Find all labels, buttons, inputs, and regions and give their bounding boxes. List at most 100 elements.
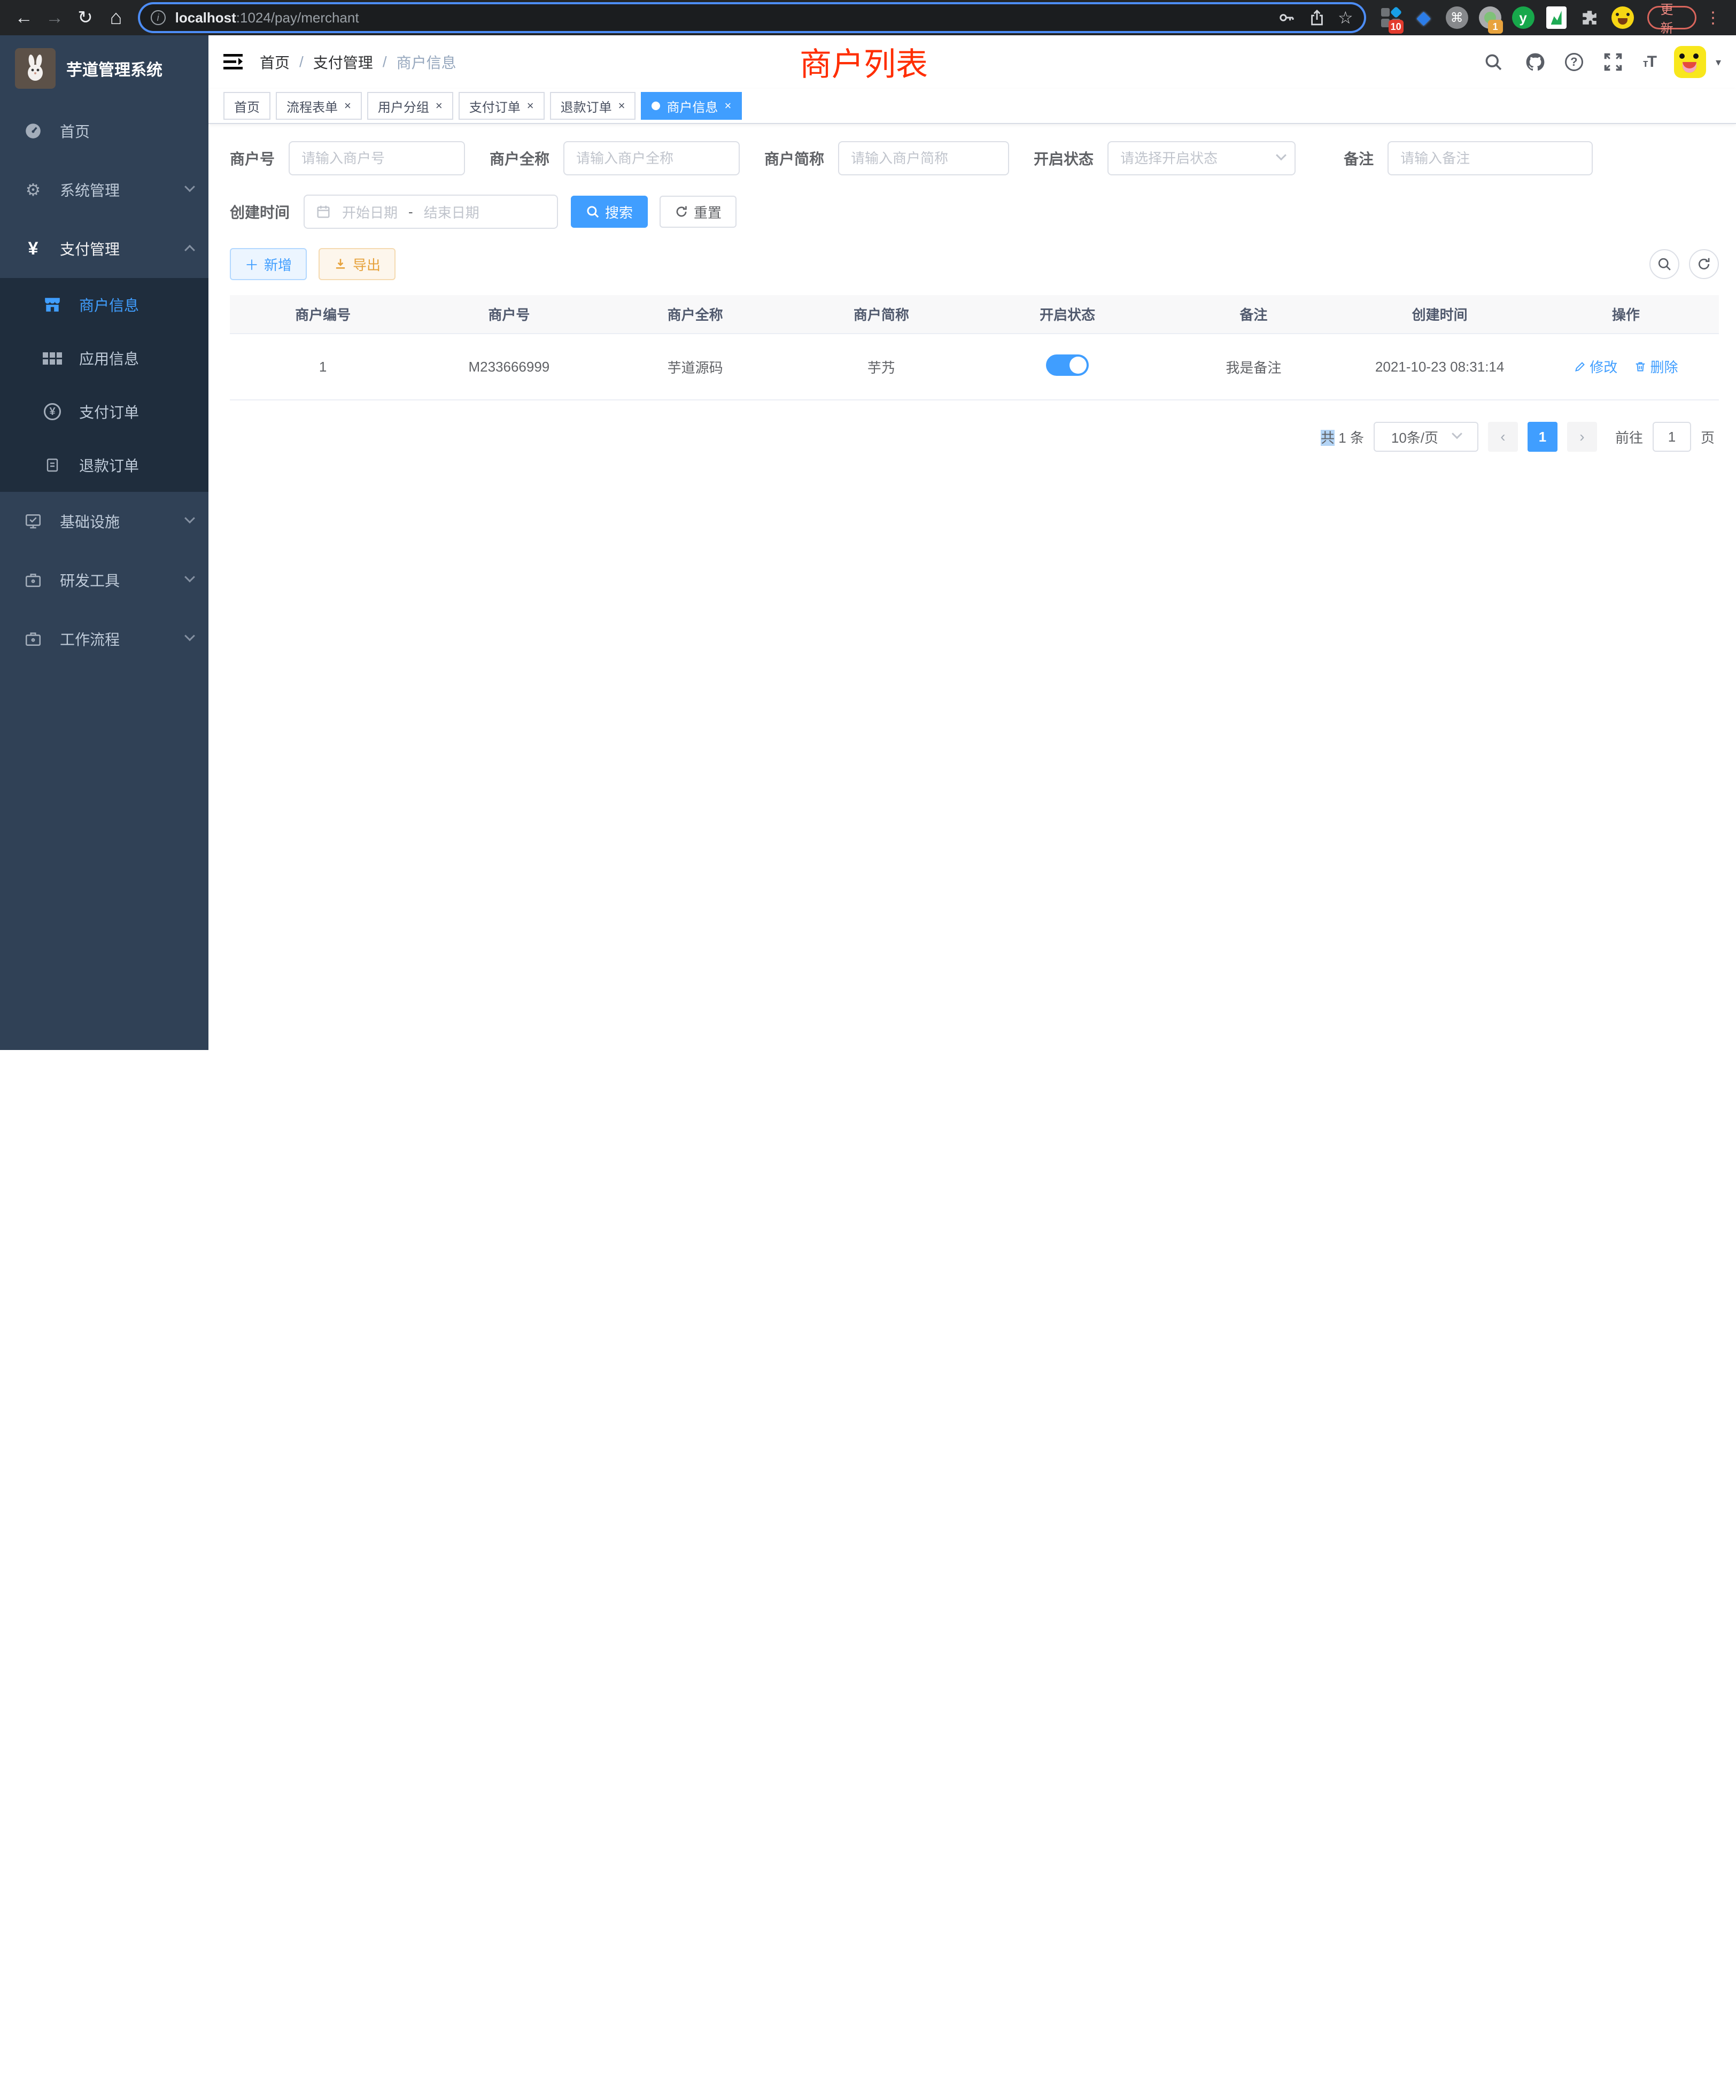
profile-avatar-icon[interactable] [1611,6,1634,29]
close-icon[interactable]: × [527,99,534,113]
close-icon[interactable]: × [724,99,731,113]
column-header: 备注 [1160,295,1346,334]
extension-gem-icon[interactable]: ◆ [1412,6,1436,29]
url-text[interactable]: localhost:1024/pay/merchant [175,10,1278,26]
sidebar-item-label: 退款订单 [79,454,193,476]
sidebar-item-devtools[interactable]: 研发工具 [0,551,208,609]
reset-button[interactable]: 重置 [660,196,737,228]
sidebar-item-infra[interactable]: 基础设施 [0,492,208,551]
help-icon[interactable]: ? [1565,53,1583,71]
filter-label-short-name: 商户简称 [764,148,824,169]
merchant-no-input[interactable] [289,141,465,175]
extension-badge: 1 [1488,20,1503,34]
remark-input[interactable] [1388,141,1593,175]
sidebar-item-label: 首页 [60,120,193,142]
font-size-icon[interactable]: тT [1643,53,1656,71]
page-number-button[interactable]: 1 [1528,422,1557,452]
trash-icon [1634,360,1647,373]
extension-apps-icon[interactable]: 10 [1379,6,1402,29]
cell-short-name: 芋艿 [788,334,974,400]
browser-back-icon[interactable]: ← [11,3,37,33]
sidebar-collapse-icon[interactable] [223,54,243,70]
breadcrumb-pay[interactable]: 支付管理 [313,51,373,73]
tab-process-form[interactable]: 流程表单× [276,92,362,120]
short-name-input[interactable] [838,141,1009,175]
chevron-down-icon [184,513,195,523]
app-title: 芋道管理系统 [66,57,162,80]
tab-home[interactable]: 首页 [223,92,270,120]
browser-update-button[interactable]: 更新 [1647,6,1696,29]
sidebar-item-refund-order[interactable]: 退款订单 [0,438,208,492]
sidebar-item-app-info[interactable]: 应用信息 [0,331,208,385]
sidebar-item-merchant-info[interactable]: 商户信息 [0,278,208,331]
column-header: 商户编号 [230,295,416,334]
sidebar-item-label: 支付订单 [79,401,193,422]
chevron-up-icon [184,245,195,256]
column-header: 开启状态 [974,295,1160,334]
edit-button[interactable]: 修改 [1574,357,1617,376]
header-search-icon[interactable] [1482,50,1505,74]
prev-page-button[interactable]: ‹ [1488,422,1518,452]
extension-recorder-icon[interactable]: 1 [1478,6,1502,29]
address-bar[interactable]: i localhost:1024/pay/merchant ☆ [140,4,1364,31]
goto-page-input[interactable] [1653,422,1691,452]
sidebar-item-pay[interactable]: ¥ 支付管理 [0,219,208,278]
breadcrumb-home[interactable]: 首页 [260,51,290,73]
close-icon[interactable]: × [436,99,443,113]
sidebar-item-pay-order[interactable]: ¥ 支付订单 [0,385,208,438]
document-icon [43,457,62,474]
status-toggle[interactable] [1046,354,1089,376]
extensions-puzzle-icon[interactable] [1578,6,1601,29]
create-time-range-picker[interactable]: 开始日期 - 结束日期 [304,195,558,229]
search-button[interactable]: 搜索 [571,196,648,228]
full-name-input[interactable] [563,141,740,175]
status-select[interactable] [1107,141,1296,175]
password-key-icon[interactable] [1278,9,1296,26]
github-icon[interactable] [1523,50,1547,74]
pencil-icon [1574,360,1586,373]
site-info-icon[interactable]: i [151,10,166,25]
caret-down-icon[interactable]: ▾ [1716,56,1721,69]
calendar-icon [315,204,331,220]
extension-y-icon[interactable]: y [1512,6,1534,29]
end-date-placeholder: 结束日期 [424,202,479,222]
extensions-area: 10 ◆ ⌘ 1 y [1379,6,1634,29]
sidebar-item-workflow[interactable]: 工作流程 [0,609,208,668]
bookmark-star-icon[interactable]: ☆ [1338,7,1353,28]
annotation-title: 商户列表 [800,38,928,85]
browser-menu-icon[interactable]: ⋮ [1705,9,1721,27]
column-header: 操作 [1533,295,1719,334]
delete-button[interactable]: 删除 [1634,357,1678,376]
refresh-table-button[interactable] [1689,249,1719,279]
content: 商户号 商户全称 商户简称 开启状态 [208,124,1736,452]
browser-home-icon[interactable]: ⌂ [103,3,129,33]
cell-create-time: 2021-10-23 08:31:14 [1347,334,1533,400]
cell-remark: 我是备注 [1160,334,1346,400]
export-button[interactable]: 导出 [319,248,396,280]
extension-chart-icon[interactable] [1546,6,1567,29]
sidebar-item-home[interactable]: 首页 [0,102,208,160]
next-page-button[interactable]: › [1567,422,1597,452]
add-button[interactable]: ＋ 新增 [230,248,307,280]
extension-command-icon[interactable]: ⌘ [1446,6,1468,29]
browser-reload-icon[interactable]: ↻ [72,3,98,33]
cell-merchant-id: 1 [230,334,416,400]
goto-label: 前往 [1615,427,1643,447]
sidebar-item-system[interactable]: ⚙ 系统管理 [0,160,208,219]
toggle-search-button[interactable] [1649,249,1679,279]
sidebar-item-label: 工作流程 [60,628,186,650]
tab-refund-order[interactable]: 退款订单× [550,92,636,120]
sidebar-header[interactable]: 芋道管理系统 [0,35,208,102]
tab-pay-order[interactable]: 支付订单× [459,92,545,120]
close-icon[interactable]: × [344,99,351,113]
browser-forward-icon[interactable]: → [41,3,67,33]
fullscreen-icon[interactable] [1601,50,1625,74]
tab-user-group[interactable]: 用户分组× [367,92,453,120]
tab-merchant-info[interactable]: 商户信息× [641,92,742,120]
user-avatar[interactable] [1674,46,1706,78]
page-size-select[interactable]: 10条/页 [1374,422,1478,452]
share-icon[interactable] [1309,9,1325,26]
close-icon[interactable]: × [618,99,625,113]
pagination: 共 1 条 10条/页 ‹ 1 › 前往 页 [230,422,1715,452]
gear-icon: ⚙ [24,180,43,200]
